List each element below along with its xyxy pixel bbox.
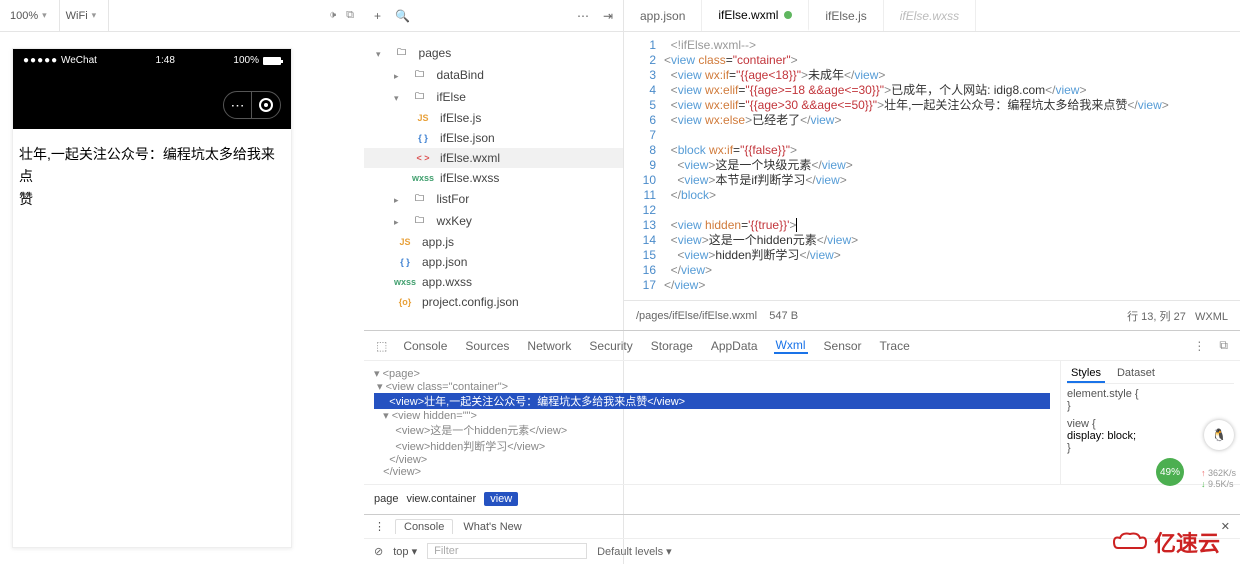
js-icon: JS xyxy=(394,237,416,247)
signal-icon: ●●●●● xyxy=(23,55,58,66)
whatsnew-tab[interactable]: What's New xyxy=(463,521,521,533)
close-icon[interactable]: ✕ xyxy=(1221,520,1230,533)
filter-input[interactable]: Filter xyxy=(427,543,587,559)
more-icon[interactable]: ⋯ xyxy=(224,92,252,118)
wxss-icon: wxss xyxy=(394,277,416,287)
new-file-icon[interactable]: + xyxy=(374,9,381,23)
battery-icon xyxy=(263,57,281,65)
crumb-view[interactable]: view xyxy=(484,492,518,506)
time-label: 1:48 xyxy=(155,55,174,66)
phone-statusbar: ●●●●● WeChat 1:48 100% ⋯ xyxy=(13,49,291,129)
file-project-config[interactable]: {o}project.config.json xyxy=(364,292,623,312)
tab-appdata[interactable]: AppData xyxy=(709,339,760,353)
editor-statusbar: /pages/ifElse/ifElse.wxml 547 B 行 13, 列 … xyxy=(624,300,1240,330)
file-ifelse-wxss[interactable]: wxssifElse.wxss xyxy=(364,168,623,188)
scope-select[interactable]: top ▾ xyxy=(393,545,417,558)
simulator-toolbar: 100%▾ WiFi▾ 🕩 ⧉ xyxy=(0,0,364,32)
file-app-json[interactable]: { }app.json xyxy=(364,252,623,272)
json-icon: { } xyxy=(394,257,416,267)
file-path: /pages/ifElse/ifElse.wxml xyxy=(636,310,757,322)
tab-app-json[interactable]: app.json xyxy=(624,0,702,31)
battery-label: 100% xyxy=(233,55,259,66)
crumb-page[interactable]: page xyxy=(374,493,398,505)
watermark-logo: 亿速云 xyxy=(1110,526,1220,558)
qq-icon[interactable]: 🐧 xyxy=(1204,420,1234,450)
dom-selected-node[interactable]: <view>壮年,一起关注公众号：编程坑太多给我来点赞</view> xyxy=(374,393,1050,409)
file-app-js[interactable]: JSapp.js xyxy=(364,232,623,252)
tab-ifelse-wxml[interactable]: ifElse.wxml xyxy=(702,0,809,31)
crumb-container[interactable]: view.container xyxy=(406,493,476,505)
target-icon[interactable] xyxy=(252,92,280,118)
folder-icon: 🗀 xyxy=(409,89,431,105)
carrier-label: WeChat xyxy=(61,55,97,66)
network-select[interactable]: WiFi▾ xyxy=(66,0,110,31)
folder-listfor[interactable]: 🗀listFor xyxy=(364,188,623,210)
tab-ifelse-wxss[interactable]: ifElse.wxss xyxy=(884,0,976,31)
chevron-down-icon: ▾ xyxy=(92,10,97,21)
capsule-menu[interactable]: ⋯ xyxy=(223,91,281,119)
levels-select[interactable]: Default levels ▾ xyxy=(597,545,672,558)
modified-dot-icon xyxy=(784,11,792,19)
inspect-icon[interactable]: ⬚ xyxy=(376,339,387,353)
dom-tree[interactable]: ▾ <page> ▾ <view class="container"> <vie… xyxy=(364,361,1060,484)
folder-icon: 🗀 xyxy=(409,191,431,207)
file-ifelse-js[interactable]: JSifElse.js xyxy=(364,108,623,128)
folder-icon: 🗀 xyxy=(409,213,431,229)
clear-icon[interactable]: ⊘ xyxy=(374,545,383,558)
wxss-icon: wxss xyxy=(412,173,434,183)
collapse-icon[interactable]: ⇥ xyxy=(603,9,613,23)
tab-sensor[interactable]: Sensor xyxy=(822,339,864,353)
code-editor: app.json ifElse.wxml ifElse.js ifElse.wx… xyxy=(624,0,1240,330)
json-icon: { } xyxy=(412,133,434,143)
search-icon[interactable]: 🔍 xyxy=(395,9,410,23)
config-icon: {o} xyxy=(394,297,416,307)
editor-tabs: app.json ifElse.wxml ifElse.js ifElse.wx… xyxy=(624,0,1240,32)
file-app-wxss[interactable]: wxssapp.wxss xyxy=(364,272,623,292)
folder-databind[interactable]: 🗀dataBind xyxy=(364,64,623,86)
net-speed: 362K/s 9.5K/s xyxy=(1201,468,1236,490)
tab-security[interactable]: Security xyxy=(587,339,634,353)
more-icon[interactable]: ⋯ xyxy=(577,9,589,23)
tab-trace[interactable]: Trace xyxy=(878,339,912,353)
dataset-tab[interactable]: Dataset xyxy=(1113,365,1159,383)
tab-ifelse-js[interactable]: ifElse.js xyxy=(809,0,883,31)
language-label: WXML xyxy=(1195,311,1228,323)
rotate-icon[interactable]: ⧉ xyxy=(346,9,354,22)
zoom-select[interactable]: 100%▾ xyxy=(10,0,60,31)
drawer-toggle-icon[interactable]: ⋮ xyxy=(374,520,385,533)
styles-tab[interactable]: Styles xyxy=(1067,365,1105,383)
file-size: 547 B xyxy=(769,310,798,322)
cursor-position: 行 13, 列 27 xyxy=(1127,311,1186,323)
tab-storage[interactable]: Storage xyxy=(649,339,695,353)
folder-icon: 🗀 xyxy=(409,67,431,83)
folder-icon: 🗀 xyxy=(391,45,413,61)
breadcrumb: page view.container view xyxy=(364,484,1240,512)
more-icon[interactable]: ⋮ xyxy=(1193,339,1205,353)
tab-network[interactable]: Network xyxy=(525,339,573,353)
tab-sources[interactable]: Sources xyxy=(463,339,511,353)
file-ifelse-json[interactable]: { }ifElse.json xyxy=(364,128,623,148)
console-tab[interactable]: Console xyxy=(395,519,453,534)
dock-icon[interactable]: ⧉ xyxy=(1219,338,1228,353)
folder-pages[interactable]: 🗀pages xyxy=(364,42,623,64)
line-gutter: 1234567891011121314151617 xyxy=(624,38,664,293)
status-circle[interactable]: 49% xyxy=(1156,458,1184,486)
tab-wxml[interactable]: Wxml xyxy=(774,338,808,354)
mute-icon[interactable]: 🕩 xyxy=(329,9,336,22)
js-icon: JS xyxy=(412,113,434,123)
chevron-down-icon: ▾ xyxy=(42,10,47,21)
folder-wxkey[interactable]: 🗀wxKey xyxy=(364,210,623,232)
tab-console[interactable]: Console xyxy=(401,339,449,353)
folder-ifelse[interactable]: 🗀ifElse xyxy=(364,86,623,108)
phone-preview: ●●●●● WeChat 1:48 100% ⋯ 壮年,一起关注公众号：编程坑太… xyxy=(12,48,292,548)
wxml-icon: < > xyxy=(412,153,434,163)
page-content: 壮年,一起关注公众号：编程坑太多给我来点 赞 xyxy=(13,129,291,224)
devtools-panel: ⬚ Console Sources Network Security Stora… xyxy=(364,330,1240,514)
console-drawer: ⋮ Console What's New ✕ ⊘ top ▾ Filter De… xyxy=(364,514,1240,564)
code-area[interactable]: 1234567891011121314151617 <!ifElse.wxml-… xyxy=(624,32,1240,293)
file-ifelse-wxml[interactable]: < >ifElse.wxml xyxy=(364,148,623,168)
